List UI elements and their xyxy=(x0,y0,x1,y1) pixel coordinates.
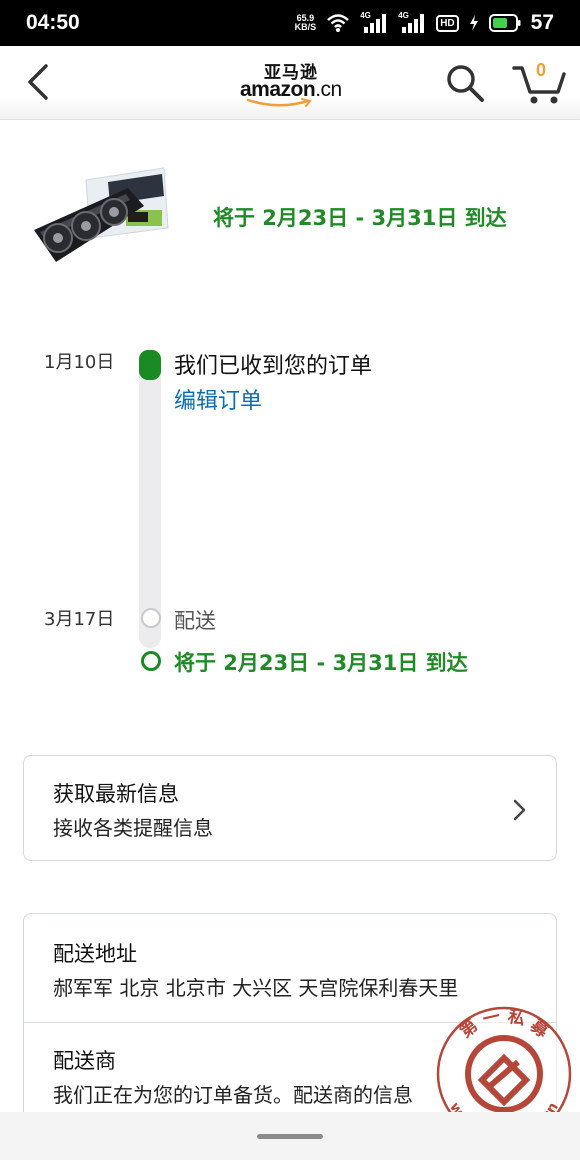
timeline-date-shipping: 3月17日 xyxy=(44,609,115,630)
search-button[interactable] xyxy=(444,62,486,104)
app-header: 亚马逊 amazon.cn 0 xyxy=(0,46,580,120)
timeline-dot-done xyxy=(139,350,161,380)
back-button[interactable] xyxy=(22,62,56,102)
status-bar: 04:50 65.9 KB/S 4G 4G HD 57 xyxy=(0,0,580,46)
timeline-title-shipping: 配送 xyxy=(174,609,216,633)
address-title: 配送地址 xyxy=(53,942,137,966)
hd-voice-icon: HD xyxy=(436,14,459,32)
timeline-arrival-estimate: 将于 2月23日 - 3月31日 到达 xyxy=(174,651,468,675)
cart-count: 0 xyxy=(536,60,547,80)
delivery-estimate: 将于 2月23日 - 3月31日 到达 xyxy=(213,206,507,230)
logo-smile-icon xyxy=(246,98,312,107)
battery-icon xyxy=(488,14,521,32)
timeline-title-ordered: 我们已收到您的订单 xyxy=(174,354,373,379)
chevron-right-icon xyxy=(513,799,526,821)
status-icons: 65.9 KB/S 4G 4G HD 57 xyxy=(295,8,554,38)
carrier-title: 配送商 xyxy=(53,1049,116,1073)
get-updates-card[interactable]: 获取最新信息 接收各类提醒信息 xyxy=(23,755,557,861)
product-image[interactable] xyxy=(30,166,172,266)
back-arrow-icon xyxy=(28,64,48,100)
timeline-dot-pending xyxy=(141,608,161,628)
address-value: 郝军军 北京 北京市 大兴区 天宫院保利春天里 xyxy=(53,976,459,1000)
charging-icon xyxy=(469,15,478,31)
updates-title: 获取最新信息 xyxy=(53,782,179,806)
updates-subtitle: 接收各类提醒信息 xyxy=(53,816,213,840)
network-speed: 65.9 KB/S xyxy=(294,13,317,32)
cart-button[interactable]: 0 xyxy=(512,60,568,106)
graphics-card-image xyxy=(34,167,169,262)
wifi-icon xyxy=(327,14,350,32)
edit-order-link[interactable]: 编辑订单 xyxy=(174,383,262,415)
timeline-date-ordered: 1月10日 xyxy=(44,352,115,373)
search-icon xyxy=(447,65,484,102)
timeline-dot-current xyxy=(141,651,161,671)
battery-level: 57 xyxy=(530,11,554,34)
system-nav-bar xyxy=(0,1112,580,1160)
amazon-logo[interactable]: 亚马逊 amazon.cn xyxy=(238,58,342,108)
status-time: 04:50 xyxy=(26,11,80,34)
cell-signal-icon-1: 4G xyxy=(360,11,388,35)
cell-signal-icon-2: 4G xyxy=(398,11,426,35)
timeline-track xyxy=(139,352,161,648)
home-gesture-bar[interactable] xyxy=(257,1134,323,1139)
